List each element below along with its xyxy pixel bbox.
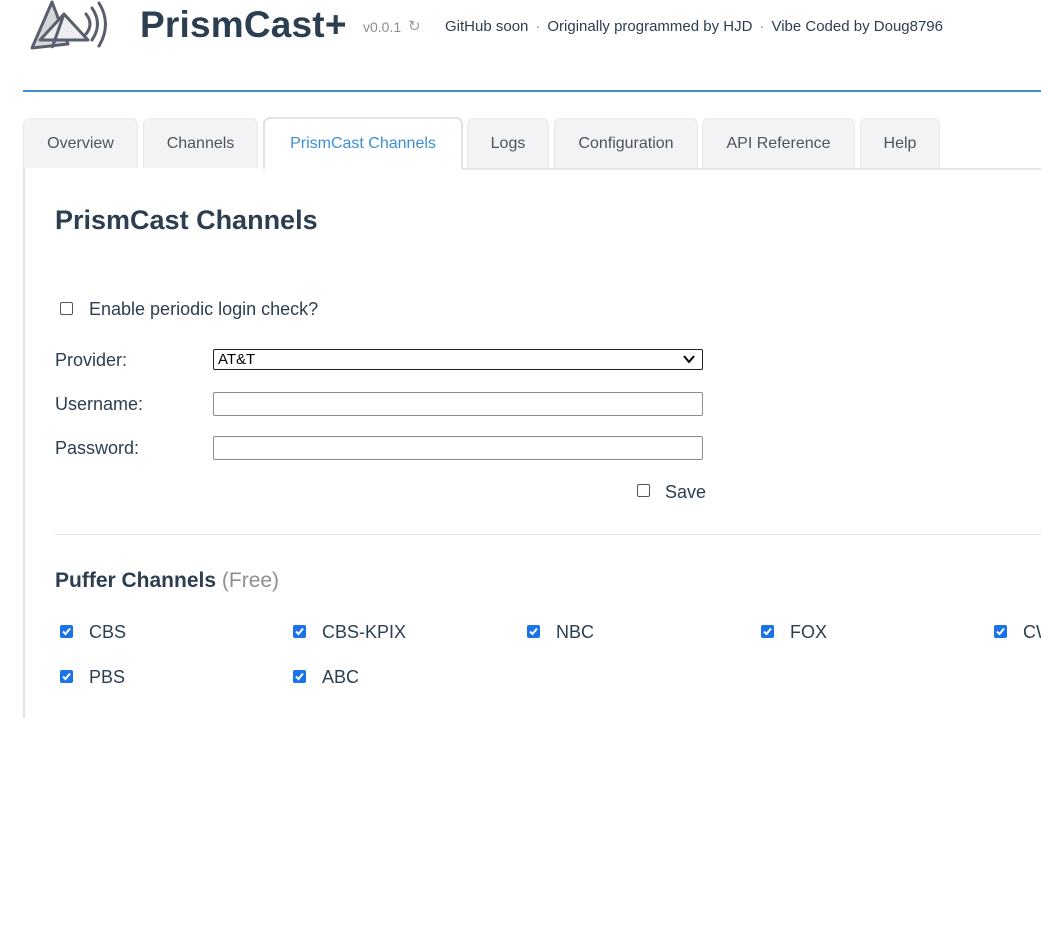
channel-label-cbs-kpix: CBS-KPIX: [322, 622, 407, 642]
password-field[interactable]: [213, 436, 703, 460]
prismcast-logo-icon: [30, 0, 107, 50]
tab-configuration[interactable]: Configuration: [554, 118, 698, 168]
app-header: PrismCast+ v0.0.1 ↻ GitHub soon · Original…: [0, 0, 1041, 90]
header-links: GitHub soon · Originally programmed by HJD…: [445, 18, 943, 35]
channel-label-cw: CW: [1023, 622, 1041, 642]
channel-label-fox: FOX: [790, 622, 828, 642]
login-check-label: Enable periodic login check?: [89, 299, 319, 319]
channel-checkbox-cbs-kpix[interactable]: [293, 625, 306, 638]
tab-api-reference[interactable]: API Reference: [702, 118, 855, 168]
password-label: Password:: [55, 438, 140, 458]
channel-checkbox-abc[interactable]: [293, 670, 306, 683]
channel-checkbox-cw[interactable]: [994, 625, 1007, 638]
tab-help[interactable]: Help: [860, 118, 940, 168]
username-field[interactable]: [213, 392, 703, 416]
separator: ·: [759, 18, 765, 35]
username-label: Username:: [55, 394, 144, 414]
channel-label-nbc: NBC: [556, 622, 595, 642]
tab-bar: Overview Channels PrismCast Channels Log…: [23, 117, 1041, 169]
tab-prismcast-channels[interactable]: PrismCast Channels: [263, 117, 463, 169]
tab-logs[interactable]: Logs: [467, 118, 549, 168]
refresh-icon[interactable]: ↻: [408, 17, 421, 35]
page-title: PrismCast Channels: [55, 205, 318, 235]
channel-label-pbs: PBS: [89, 667, 126, 687]
header-divider: [23, 90, 1041, 92]
channel-checkbox-cbs[interactable]: [60, 625, 73, 638]
panel-border: [23, 168, 25, 718]
tab-channels[interactable]: Channels: [143, 118, 258, 168]
puffer-title: Puffer Channels: [55, 569, 217, 592]
version-label: v0.0.1: [363, 19, 402, 35]
channel-checkbox-nbc[interactable]: [527, 625, 540, 638]
tab-overview[interactable]: Overview: [23, 118, 138, 168]
provider-select[interactable]: AT&T: [213, 349, 703, 370]
provider-value: AT&T: [218, 351, 256, 368]
credit-doug: Vibe Coded by Doug8796: [771, 18, 943, 35]
login-check-checkbox[interactable]: [60, 302, 73, 315]
channel-label-cbs: CBS: [89, 622, 127, 642]
save-checkbox[interactable]: [637, 484, 650, 497]
channel-checkbox-pbs[interactable]: [60, 670, 73, 683]
brand-title: PrismCast+: [140, 4, 347, 45]
credit-hjd: Originally programmed by HJD: [547, 18, 753, 35]
separator: ·: [535, 18, 541, 35]
puffer-subtitle: (Free): [221, 569, 280, 592]
github-link[interactable]: GitHub soon: [445, 18, 528, 35]
provider-label: Provider:: [55, 350, 128, 370]
chevron-down-icon: [683, 355, 695, 364]
channel-label-abc: ABC: [322, 667, 360, 687]
section-divider: [55, 534, 1041, 535]
channel-checkbox-fox[interactable]: [761, 625, 774, 638]
save-label: Save: [665, 482, 707, 502]
puffer-section-title: Puffer Channels (Free): [55, 569, 279, 593]
tab-underline: [463, 168, 1041, 170]
